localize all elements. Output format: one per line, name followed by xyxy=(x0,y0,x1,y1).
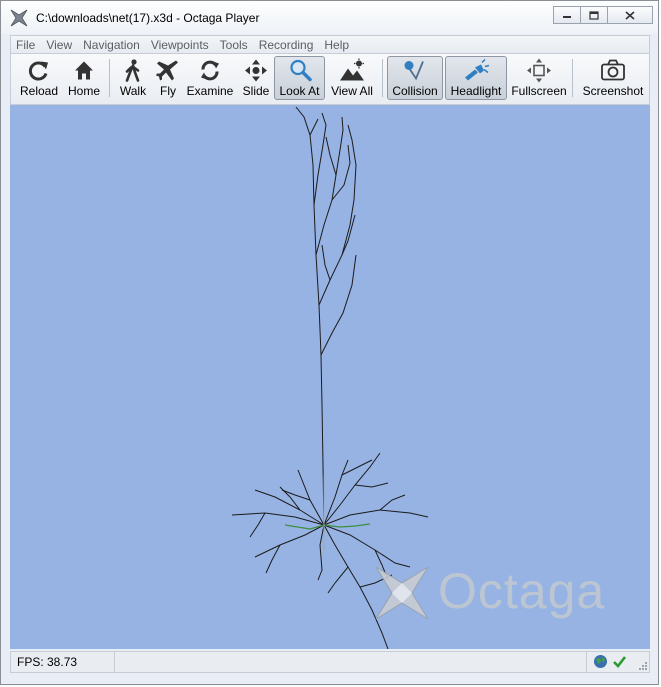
close-icon xyxy=(625,10,635,20)
octaga-app-icon xyxy=(10,9,28,27)
home-icon xyxy=(75,61,93,80)
home-button[interactable]: Home xyxy=(64,56,104,100)
look-at-button[interactable]: Look At xyxy=(274,56,325,100)
menu-recording[interactable]: Recording xyxy=(254,38,320,52)
3d-viewport[interactable]: Octaga xyxy=(10,105,650,649)
minimize-button[interactable] xyxy=(553,6,581,24)
walk-button[interactable]: Walk xyxy=(115,56,151,100)
collision-button[interactable]: Collision xyxy=(387,56,443,100)
slide-label: Slide xyxy=(242,84,270,98)
look-at-label: Look At xyxy=(279,84,320,98)
examine-label: Examine xyxy=(186,84,234,98)
slide-button[interactable]: Slide xyxy=(239,56,273,100)
menu-tools[interactable]: Tools xyxy=(215,38,254,52)
reload-icon xyxy=(28,61,48,81)
menu-view[interactable]: View xyxy=(41,38,78,52)
reload-label: Reload xyxy=(19,84,59,98)
resize-grip-icon[interactable] xyxy=(637,660,648,671)
examine-button[interactable]: Examine xyxy=(185,56,235,100)
menu-viewpoints[interactable]: Viewpoints xyxy=(146,38,215,52)
headlight-button[interactable]: Headlight xyxy=(445,56,507,100)
fly-label: Fly xyxy=(160,84,176,98)
screenshot-label: Screenshot xyxy=(582,84,644,98)
maximize-icon xyxy=(589,10,599,20)
walk-icon xyxy=(125,59,140,82)
close-button[interactable] xyxy=(607,6,653,24)
title-bar[interactable]: C:\downloads\net(17).x3d - Octaga Player xyxy=(1,1,658,34)
menu-bar: File View Navigation Viewpoints Tools Re… xyxy=(10,35,650,54)
magnifier-icon xyxy=(289,59,312,82)
headlight-label: Headlight xyxy=(450,84,502,98)
toolbar-separator xyxy=(109,59,110,97)
menu-help[interactable]: Help xyxy=(319,38,355,52)
reload-button[interactable]: Reload xyxy=(17,56,61,100)
fullscreen-button[interactable]: Fullscreen xyxy=(510,56,568,100)
window-title: C:\downloads\net(17).x3d - Octaga Player xyxy=(36,11,260,25)
menu-navigation[interactable]: Navigation xyxy=(78,38,146,52)
landscape-icon xyxy=(340,58,364,81)
view-all-button[interactable]: View All xyxy=(327,56,377,100)
app-window: C:\downloads\net(17).x3d - Octaga Player… xyxy=(0,0,659,685)
fps-readout: FPS: 38.73 xyxy=(11,652,115,672)
toolbar-separator xyxy=(572,59,573,97)
menu-file[interactable]: File xyxy=(11,38,41,52)
flashlight-icon xyxy=(465,58,490,81)
camera-icon xyxy=(601,59,625,81)
toolbar: Reload Home Walk Fly Examine Slide Look … xyxy=(10,54,650,105)
fly-button[interactable]: Fly xyxy=(153,56,183,100)
collision-icon xyxy=(404,61,424,81)
status-bar: FPS: 38.73 xyxy=(10,651,650,673)
view-all-label: View All xyxy=(331,84,373,98)
screenshot-button[interactable]: Screenshot xyxy=(581,56,645,100)
toolbar-separator xyxy=(382,59,383,97)
fullscreen-icon xyxy=(527,58,551,83)
fullscreen-label: Fullscreen xyxy=(511,84,567,98)
home-label: Home xyxy=(67,84,100,98)
move-arrows-icon xyxy=(245,59,267,82)
minimize-icon xyxy=(563,16,571,18)
walk-label: Walk xyxy=(119,84,147,98)
airplane-icon xyxy=(156,60,178,81)
maximize-button[interactable] xyxy=(580,6,608,24)
octaga-watermark: Octaga xyxy=(438,563,606,619)
collision-label: Collision xyxy=(392,84,438,98)
rotate-icon xyxy=(201,60,219,81)
checkmark-icon[interactable] xyxy=(612,654,627,669)
status-message xyxy=(116,652,587,672)
octaga-logo-icon xyxy=(375,566,429,620)
globe-icon[interactable] xyxy=(593,654,608,669)
